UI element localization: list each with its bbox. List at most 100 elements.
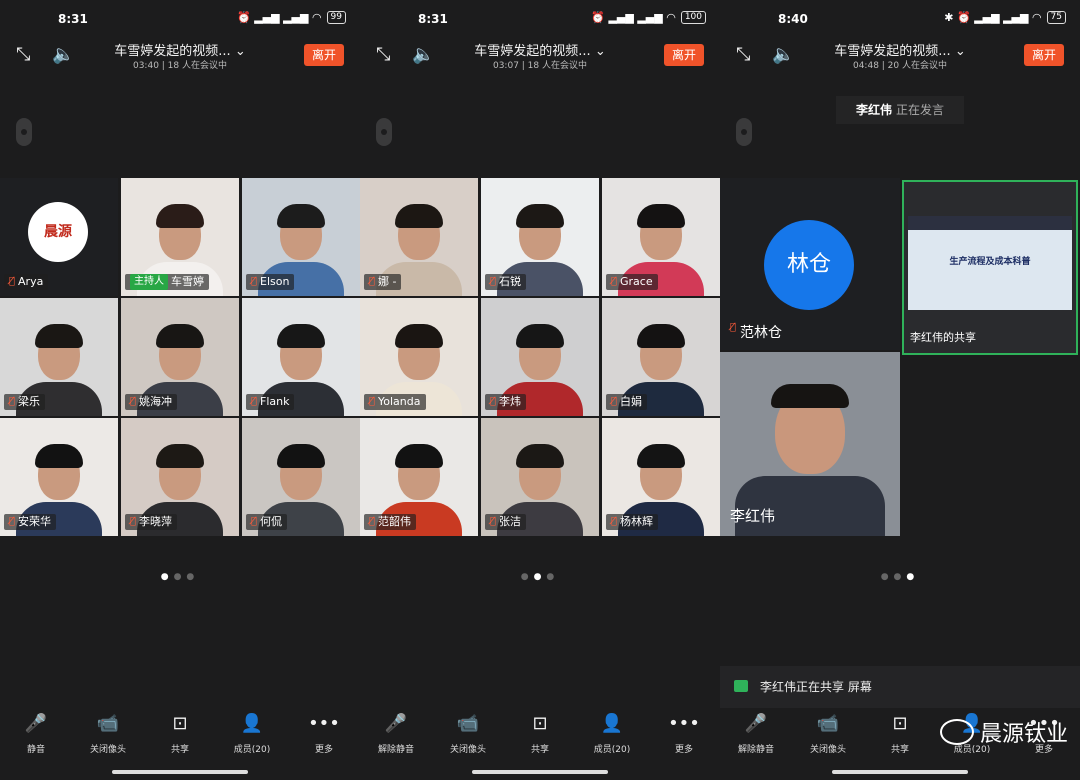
participant-tile[interactable]: 🎙̸ 李炜 bbox=[481, 298, 599, 416]
participant-tile[interactable]: 🎙̸ 安荣华 bbox=[0, 418, 118, 536]
speaker-icon[interactable]: 🔈 bbox=[772, 44, 794, 65]
home-indicator[interactable] bbox=[112, 770, 248, 774]
video-camera-icon: 📹 bbox=[816, 713, 840, 734]
participant-name: 范韶伟 bbox=[378, 515, 412, 528]
participant-tile[interactable]: 主持人 车雪婷 bbox=[121, 178, 239, 296]
participant-tile[interactable]: 🎙̸ 娜 - bbox=[360, 178, 478, 296]
participant-tile[interactable]: 🎙̸ Flank bbox=[242, 298, 360, 416]
home-indicator[interactable] bbox=[472, 770, 608, 774]
camera-button[interactable]: 📹 关闭像头 bbox=[432, 712, 504, 762]
toolbar-label: 解除静音 bbox=[737, 745, 774, 755]
toolbar-label: 共享 bbox=[890, 745, 909, 755]
leave-button[interactable]: 离开 bbox=[1024, 44, 1064, 66]
participant-name-label: 🎙̸ 姚海冲 bbox=[125, 394, 178, 410]
participant-tile[interactable]: 🎙̸ 杨林辉 bbox=[602, 418, 720, 536]
participant-tile[interactable]: 🎙̸ 李晓萍 bbox=[121, 418, 239, 536]
slide-toolbar bbox=[908, 216, 1072, 230]
meeting-subtitle: 03:40 | 18 人在会议中 bbox=[132, 61, 227, 71]
mic-off-icon: 🎙̸ bbox=[611, 276, 618, 287]
participant-tile-video[interactable]: 李红伟 bbox=[720, 352, 900, 536]
microphone-icon: 🎤 bbox=[384, 713, 408, 734]
microphone-icon: 🎤 bbox=[744, 713, 768, 734]
bottom-toolbar: 🎤 解除静音 📹 关闭像头 ⊡ 共享 👤 成员(20) ••• 更多 bbox=[360, 712, 720, 762]
participant-name-label: 🎙̸ 范韶伟 bbox=[364, 514, 417, 530]
screen-share-tile[interactable]: 生产流程及成本科普 李红伟的共享 bbox=[902, 180, 1078, 355]
more-button[interactable]: ••• 更多 bbox=[288, 712, 360, 762]
mic-off-icon: 🎙̸ bbox=[251, 516, 258, 527]
meeting-title[interactable]: 车雪婷发起的视频... ⌄ bbox=[100, 40, 260, 59]
participant-name: Elson bbox=[260, 275, 290, 288]
camera-flip-toggle[interactable] bbox=[16, 118, 32, 146]
share-button[interactable]: ⊡ 共享 bbox=[864, 712, 936, 762]
speaker-name: 李红伟 bbox=[856, 103, 893, 117]
participant-tile[interactable]: 🎙̸ Grace bbox=[602, 178, 720, 296]
participant-tile[interactable]: 🎙̸ Elson bbox=[242, 178, 360, 296]
participant-name: 张洁 bbox=[499, 515, 522, 528]
participant-tile[interactable]: 晨源 🎙̸ Arya bbox=[0, 178, 118, 296]
status-bar: 8:40 ✱ ⏰ ▂▄▆ ▂▄▆ ◠ 75 bbox=[720, 8, 1080, 30]
participant-name-label: 🎙̸ Flank bbox=[246, 394, 295, 410]
participant-tile[interactable]: 🎙̸ 张洁 bbox=[481, 418, 599, 536]
participant-tile[interactable]: 🎙̸ 姚海冲 bbox=[121, 298, 239, 416]
participant-tile-avatar[interactable]: 林仓 🎙̸ 范林仓 bbox=[720, 178, 900, 350]
camera-flip-toggle[interactable] bbox=[736, 118, 752, 146]
camera-button[interactable]: 📹 关闭像头 bbox=[72, 712, 144, 762]
participant-name: Flank bbox=[260, 395, 290, 408]
participant-name-label: 🎙̸ 何侃 bbox=[246, 514, 288, 530]
home-indicator[interactable] bbox=[832, 770, 968, 774]
participant-name: 梁乐 bbox=[18, 395, 41, 408]
participant-tile[interactable]: 🎙̸ 何侃 bbox=[242, 418, 360, 536]
share-notification: 李红伟正在共享 屏幕 bbox=[720, 666, 1080, 708]
mute-button[interactable]: 🎤 解除静音 bbox=[360, 712, 432, 762]
toolbar-label: 更多 bbox=[314, 745, 333, 755]
members-button[interactable]: 👤 成员(20) bbox=[576, 712, 648, 762]
leave-button[interactable]: 离开 bbox=[304, 44, 344, 66]
meeting-title[interactable]: 车雪婷发起的视频... ⌄ bbox=[460, 40, 620, 59]
mute-button[interactable]: 🎤 解除静音 bbox=[720, 712, 792, 762]
participant-name-label: 主持人 车雪婷 bbox=[125, 274, 209, 290]
share-owner-label: 李红伟的共享 bbox=[910, 331, 976, 344]
speaker-icon[interactable]: 🔈 bbox=[412, 44, 434, 65]
microphone-icon: 🎤 bbox=[24, 713, 48, 734]
minimize-icon[interactable]: ⤡ bbox=[376, 44, 390, 65]
participant-tile[interactable]: 🎙̸ Yolanda bbox=[360, 298, 478, 416]
phone-screen-3: 8:40 ✱ ⏰ ▂▄▆ ▂▄▆ ◠ 75 ⤡ 🔈 车雪婷发起的视频... ⌄ … bbox=[720, 0, 1080, 780]
camera-flip-toggle[interactable] bbox=[376, 118, 392, 146]
screen-share-icon: ⊡ bbox=[172, 713, 188, 734]
mic-off-icon: 🎙̸ bbox=[369, 516, 376, 527]
meeting-title[interactable]: 车雪婷发起的视频... ⌄ bbox=[820, 40, 980, 59]
participant-name: 石锐 bbox=[499, 275, 522, 288]
participant-name: 李晓萍 bbox=[139, 515, 173, 528]
members-button[interactable]: 👤 成员(20) bbox=[216, 712, 288, 762]
speaker-icon[interactable]: 🔈 bbox=[52, 44, 74, 65]
more-button[interactable]: ••• 更多 bbox=[648, 712, 720, 762]
toolbar-label: 共享 bbox=[530, 745, 549, 755]
share-button[interactable]: ⊡ 共享 bbox=[504, 712, 576, 762]
camera-button[interactable]: 📹 关闭像头 bbox=[792, 712, 864, 762]
participant-name-label: 🎙̸ 李晓萍 bbox=[125, 514, 178, 530]
participant-name-label: 🎙̸ 杨林辉 bbox=[606, 514, 659, 530]
phone-screen-2: 8:31 ⏰ ▂▄▆ ▂▄▆ ◠ 100 ⤡ 🔈 车雪婷发起的视频... ⌄ 0… bbox=[360, 0, 720, 780]
mic-off-icon: 🎙̸ bbox=[611, 396, 618, 407]
video-camera-icon: 📹 bbox=[456, 713, 480, 734]
share-button[interactable]: ⊡ 共享 bbox=[144, 712, 216, 762]
mic-off-icon: 🎙̸ bbox=[9, 516, 16, 527]
participant-tile[interactable]: 🎙̸ 范韶伟 bbox=[360, 418, 478, 536]
participant-tile[interactable]: 🎙̸ 梁乐 bbox=[0, 298, 118, 416]
participant-tile[interactable]: 🎙̸ 石锐 bbox=[481, 178, 599, 296]
participant-name-label: 🎙̸ 李炜 bbox=[485, 394, 527, 410]
minimize-icon[interactable]: ⤡ bbox=[16, 44, 30, 65]
meeting-header: ⤡ 🔈 车雪婷发起的视频... ⌄ 04:48 | 20 人在会议中 离开 bbox=[720, 36, 1080, 76]
mic-off-icon: 🎙̸ bbox=[611, 516, 618, 527]
mute-button[interactable]: 🎤 静音 bbox=[0, 712, 72, 762]
participant-name-label: 🎙̸ 安荣华 bbox=[4, 514, 57, 530]
video-grid: 晨源 🎙̸ Arya 主持人 车雪婷 🎙̸ Elson 🎙̸ 梁乐 🎙̸ 姚海冲 🎙̸ Flank 🎙̸ 安… bbox=[0, 178, 360, 536]
toolbar-label: 成员(20) bbox=[593, 745, 631, 755]
toolbar-label: 成员(20) bbox=[233, 745, 271, 755]
participant-tile[interactable]: 🎙̸ 白娟 bbox=[602, 298, 720, 416]
toolbar-label: 共享 bbox=[170, 745, 189, 755]
leave-button[interactable]: 离开 bbox=[664, 44, 704, 66]
toolbar-label: 关闭像头 bbox=[809, 745, 846, 755]
meeting-subtitle: 03:07 | 18 人在会议中 bbox=[492, 61, 587, 71]
minimize-icon[interactable]: ⤡ bbox=[736, 44, 750, 65]
